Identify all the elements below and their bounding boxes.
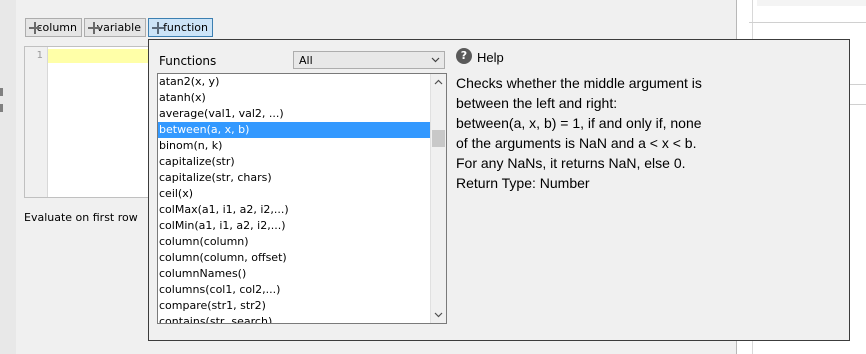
function-list-item[interactable]: columns(col1, col2,...)	[158, 282, 431, 298]
function-list-item[interactable]: atanh(x)	[158, 90, 431, 106]
function-list-item[interactable]: compare(str1, str2)	[158, 298, 431, 314]
function-list-item[interactable]: columnNames()	[158, 266, 431, 282]
help-text-line: between(a, x, b) = 1, if and only if, no…	[456, 115, 702, 131]
table-row-line	[749, 22, 866, 23]
scroll-down-icon[interactable]	[434, 310, 443, 319]
help-icon: ?	[456, 48, 472, 64]
plus-icon	[152, 21, 165, 34]
current-line-highlight	[48, 49, 153, 63]
function-list-item[interactable]: contains(str, search)	[158, 314, 431, 323]
function-list-item[interactable]: binom(n, k)	[158, 138, 431, 154]
scroll-up-icon[interactable]	[434, 78, 443, 87]
function-list[interactable]: atan2(x, y) atanh(x) average(val1, val2, .…	[157, 73, 447, 324]
expression-editor[interactable]: 1	[24, 46, 154, 198]
add-variable-label: variable	[96, 21, 141, 34]
function-category-select[interactable]: All	[293, 51, 445, 69]
help-text-line: between the left and right:	[456, 95, 618, 111]
function-list-item[interactable]: column(column)	[158, 234, 431, 250]
add-function-button[interactable]: function	[148, 18, 213, 37]
function-popup: Functions All atan2(x, y) atanh(x) average…	[148, 39, 850, 341]
add-column-button[interactable]: column	[25, 18, 82, 37]
left-window-edge	[0, 0, 17, 354]
function-list-item[interactable]: colMin(a1, i1, a2, i2,...)	[158, 218, 431, 234]
category-value: All	[299, 54, 313, 67]
function-list-item[interactable]: capitalize(str)	[158, 154, 431, 170]
table-header	[757, 0, 866, 6]
function-list-item[interactable]: between(a, x, b)	[158, 122, 431, 138]
function-list-item[interactable]: capitalize(str, chars)	[158, 170, 431, 186]
help-text-line: of the arguments is NaN and a < x < b.	[456, 135, 697, 151]
add-column-label: column	[36, 21, 78, 34]
help-title: Help	[477, 50, 504, 65]
add-variable-button[interactable]: variable	[84, 18, 146, 37]
function-list-item[interactable]: atan2(x, y)	[158, 74, 431, 90]
help-text-line: Return Type: Number	[456, 175, 590, 191]
edge-marker	[0, 104, 3, 112]
function-list-item[interactable]: average(val1, val2, ...)	[158, 106, 431, 122]
function-list-scrollbar[interactable]	[430, 74, 446, 323]
plus-icon	[88, 21, 100, 34]
function-list-item[interactable]: ceil(x)	[158, 186, 431, 202]
plus-icon	[29, 21, 40, 34]
help-text-line: Checks whether the middle argument is	[456, 75, 702, 91]
functions-label: Functions	[159, 54, 217, 68]
scrollbar-thumb[interactable]	[432, 130, 445, 147]
edge-marker	[0, 88, 3, 96]
line-number-gutter: 1	[25, 47, 48, 197]
function-list-item[interactable]: colMax(a1, i1, a2, i2,...)	[158, 202, 431, 218]
line-number: 1	[36, 50, 43, 61]
help-text-line: For any NaNs, it returns NaN, else 0.	[456, 155, 686, 171]
add-function-label: function	[163, 21, 208, 34]
evaluate-on-first-row-label: Evaluate on first row	[24, 211, 138, 224]
function-list-item[interactable]: column(column, offset)	[158, 250, 431, 266]
chevron-down-icon	[431, 57, 440, 63]
help-description: Checks whether the middle argument is bet…	[456, 73, 841, 193]
